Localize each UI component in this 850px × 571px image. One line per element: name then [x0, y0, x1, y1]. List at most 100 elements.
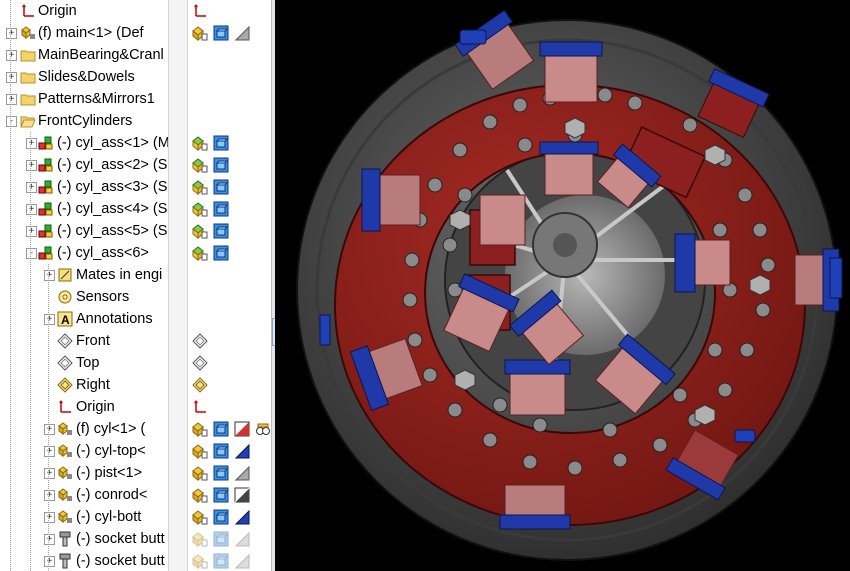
tree-line [48, 264, 49, 571]
assembly-state-icon[interactable] [192, 201, 208, 217]
origin-icon[interactable] [192, 399, 208, 415]
expand-toggle[interactable]: + [44, 314, 55, 325]
tree-node-label: (-) cyl_ass<1> (M [57, 135, 168, 151]
assembly-state-icon[interactable] [192, 179, 208, 195]
part-icon [57, 487, 73, 503]
expand-toggle[interactable]: + [44, 556, 55, 567]
cube-icon[interactable] [213, 25, 229, 41]
tree-node[interactable]: - (-) cyl_ass<6> [0, 242, 168, 264]
part-state-icon[interactable] [192, 443, 208, 459]
tree-node[interactable]: + (-) cyl_ass<4> (S [0, 198, 168, 220]
tree-node[interactable]: + (-) conrod< [0, 484, 168, 506]
collapse-toggle[interactable]: - [6, 116, 17, 127]
assembly-state-icon[interactable] [192, 157, 208, 173]
cube-icon[interactable] [213, 245, 229, 261]
svg-text:A: A [61, 313, 70, 327]
expand-toggle[interactable]: + [26, 204, 37, 215]
cube-icon[interactable] [213, 509, 229, 525]
tree-node[interactable]: + (-) cyl_ass<3> (S [0, 176, 168, 198]
tree-node[interactable]: Top [0, 352, 168, 374]
plane-icon[interactable] [192, 355, 208, 371]
assembly-state-icon[interactable] [192, 223, 208, 239]
tree-node[interactable]: + Slides&Dowels [0, 66, 168, 88]
tree-node[interactable]: + (-) socket butt [0, 528, 168, 550]
triangle-blue-icon[interactable] [234, 443, 250, 459]
cube-faded-icon[interactable] [213, 531, 229, 547]
cube-icon[interactable] [213, 201, 229, 217]
triangle-faded-icon[interactable] [234, 553, 250, 569]
tree-node[interactable]: + (-) pist<1> [0, 462, 168, 484]
expand-toggle[interactable]: + [6, 50, 17, 61]
expand-toggle[interactable]: + [6, 72, 17, 83]
expand-toggle[interactable]: + [44, 446, 55, 457]
tree-node[interactable]: + MainBearing&Cranl [0, 44, 168, 66]
triangle-faded-icon[interactable] [234, 531, 250, 547]
tree-node-label: (-) cyl-top< [76, 443, 146, 459]
part-state-icon[interactable] [192, 487, 208, 503]
cube-icon[interactable] [213, 465, 229, 481]
expand-toggle[interactable]: + [26, 138, 37, 149]
tree-node[interactable]: Origin [0, 0, 168, 22]
expand-toggle[interactable]: + [44, 468, 55, 479]
assembly-state-icon[interactable] [192, 135, 208, 151]
tree-node[interactable]: + (-) cyl_ass<1> (M [0, 132, 168, 154]
triangle-dark-icon[interactable] [234, 487, 250, 503]
expand-toggle[interactable]: + [26, 226, 37, 237]
part-state-icon[interactable] [192, 25, 208, 41]
tree-node[interactable]: + (f) cyl<1> ( [0, 418, 168, 440]
glasses-icon[interactable] [255, 421, 271, 437]
tree-node[interactable]: + (-) cyl_ass<2> (S [0, 154, 168, 176]
part-state-faded-icon[interactable] [192, 553, 208, 569]
tree-node[interactable]: Sensors [0, 286, 168, 308]
part-state-icon[interactable] [192, 465, 208, 481]
part-state-faded-icon[interactable] [192, 531, 208, 547]
collapse-toggle[interactable]: - [26, 248, 37, 259]
tree-node[interactable]: Origin [0, 396, 168, 418]
origin-icon[interactable] [192, 3, 208, 19]
tree-node[interactable]: + (-) socket butt [0, 550, 168, 571]
expand-toggle[interactable]: + [6, 94, 17, 105]
cube-faded-icon[interactable] [213, 553, 229, 569]
tree-node[interactable]: - FrontCylinders [0, 110, 168, 132]
expand-toggle[interactable]: + [26, 182, 37, 193]
tree-node[interactable]: + (-) cyl-top< [0, 440, 168, 462]
part-state-icon[interactable] [192, 509, 208, 525]
graphics-viewport[interactable] [275, 0, 850, 571]
tree-splitter[interactable] [168, 0, 351, 571]
cube-icon[interactable] [213, 135, 229, 151]
tree-node-label: (-) cyl_ass<2> (S [57, 157, 168, 173]
plane-selected-icon[interactable] [192, 377, 208, 393]
tree-node[interactable]: + (-) cyl_ass<5> (S [0, 220, 168, 242]
cube-icon[interactable] [213, 487, 229, 503]
tree-node-label: Right [76, 377, 110, 393]
cube-icon[interactable] [213, 223, 229, 239]
expand-toggle[interactable]: + [44, 270, 55, 281]
cube-icon[interactable] [213, 443, 229, 459]
expand-toggle[interactable]: + [44, 490, 55, 501]
folder-icon [20, 91, 36, 107]
tree-node[interactable]: + (-) cyl-bott [0, 506, 168, 528]
triangle-blue-icon[interactable] [234, 509, 250, 525]
expand-toggle[interactable]: + [26, 160, 37, 171]
cube-icon[interactable] [213, 421, 229, 437]
expand-toggle[interactable]: + [44, 512, 55, 523]
tree-node[interactable]: Right [0, 374, 168, 396]
expand-toggle[interactable]: + [44, 534, 55, 545]
tree-node-label: (-) socket butt [76, 531, 165, 547]
cube-icon[interactable] [213, 157, 229, 173]
expand-toggle[interactable]: + [6, 28, 17, 39]
tree-node[interactable]: + A Annotations [0, 308, 168, 330]
tree-node-label: (-) socket butt [76, 553, 165, 569]
tree-node[interactable]: + Mates in engi [0, 264, 168, 286]
plane-icon[interactable] [192, 333, 208, 349]
part-state-icon[interactable] [192, 421, 208, 437]
assembly-state-icon[interactable] [192, 245, 208, 261]
triangle-icon[interactable] [234, 25, 250, 41]
tree-node[interactable]: Front [0, 330, 168, 352]
triangle-icon[interactable] [234, 465, 250, 481]
tree-node[interactable]: + Patterns&Mirrors1 [0, 88, 168, 110]
tree-node[interactable]: + (f) main<1> (Def [0, 22, 168, 44]
expand-toggle[interactable]: + [44, 424, 55, 435]
triangle-red-icon[interactable] [234, 421, 250, 437]
cube-icon[interactable] [213, 179, 229, 195]
